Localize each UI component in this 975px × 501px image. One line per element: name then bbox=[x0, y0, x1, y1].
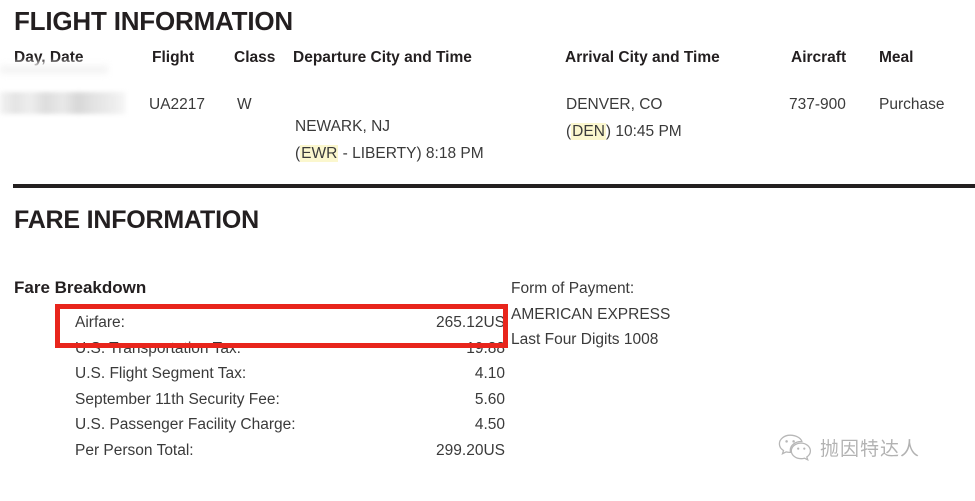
departure-airport-code: EWR bbox=[300, 145, 339, 162]
column-header-aircraft: Aircraft bbox=[791, 49, 847, 66]
flight-information-title: FLIGHT INFORMATION bbox=[14, 6, 293, 36]
fare-breakdown-heading: Fare Breakdown bbox=[14, 278, 147, 297]
fare-value: 4.50 bbox=[474, 416, 505, 433]
fare-information-title: FARE INFORMATION bbox=[14, 206, 259, 234]
fare-row-flight-segment-tax: U.S. Flight Segment Tax: 4.10 bbox=[75, 365, 505, 391]
column-header-departure: Departure City and Time bbox=[293, 49, 472, 66]
watermark-text: 抛因特达人 bbox=[820, 438, 921, 460]
arrival-paren-close: ) bbox=[605, 123, 616, 140]
column-header-meal: Meal bbox=[879, 49, 914, 66]
fare-value: 299.20US bbox=[436, 441, 505, 459]
cell-arrival-airport-time: (DEN) 10:45 PM bbox=[566, 123, 682, 141]
fare-label: Per Person Total: bbox=[75, 441, 194, 459]
fare-label: Airfare: bbox=[75, 314, 125, 331]
cell-arrival-city: DENVER, CO bbox=[566, 96, 663, 113]
fare-value: 265.12US bbox=[436, 314, 505, 331]
day-date-redaction-smudge bbox=[0, 92, 126, 114]
payment-card-type: AMERICAN EXPRESS bbox=[511, 305, 671, 323]
fare-label: September 11th Security Fee: bbox=[75, 390, 280, 408]
fare-label: U.S. Transportation Tax: bbox=[75, 339, 241, 357]
fare-label: U.S. Flight Segment Tax: bbox=[75, 365, 247, 382]
fare-value: 5.60 bbox=[474, 390, 505, 408]
wechat-icon bbox=[778, 434, 812, 461]
arrival-airport-code: DEN bbox=[571, 123, 606, 140]
column-header-class: Class bbox=[234, 49, 276, 66]
departure-dash: - bbox=[338, 145, 353, 162]
watermark: 抛因特达人 bbox=[778, 434, 920, 461]
form-of-payment-label: Form of Payment: bbox=[511, 280, 635, 297]
fare-value: 4.10 bbox=[474, 365, 505, 382]
cell-meal: Purchase bbox=[879, 96, 945, 113]
fare-value: 19.88 bbox=[466, 339, 505, 357]
form-of-payment-block: Form of Payment: AMERICAN EXPRESS Last F… bbox=[511, 276, 670, 353]
departure-time: 8:18 PM bbox=[425, 145, 484, 162]
cell-aircraft: 737-900 bbox=[789, 96, 846, 113]
boarding-pass-receipt-page: FLIGHT INFORMATION Day, Date Flight Clas… bbox=[0, 0, 975, 501]
day-date-redaction-smudge-upper bbox=[0, 62, 108, 76]
fare-row-per-person-total: Per Person Total: 299.20US bbox=[75, 442, 505, 468]
column-header-arrival: Arrival City and Time bbox=[565, 49, 720, 66]
departure-paren-close: ) bbox=[416, 145, 426, 162]
cell-departure-city: NEWARK, NJ bbox=[295, 118, 391, 135]
arrival-time: 10:45 PM bbox=[615, 123, 682, 140]
cell-flight-number: UA2217 bbox=[149, 96, 206, 113]
section-divider bbox=[13, 184, 975, 188]
fare-row-airfare: Airfare: 265.12US bbox=[75, 314, 505, 340]
departure-airport-name: LIBERTY bbox=[352, 145, 417, 162]
payment-last-four: Last Four Digits 1008 bbox=[511, 331, 659, 348]
cell-class: W bbox=[237, 96, 252, 113]
fare-row-security-fee: September 11th Security Fee: 5.60 bbox=[75, 391, 505, 417]
column-header-flight: Flight bbox=[152, 49, 195, 66]
cell-departure-airport-time: (EWR - LIBERTY) 8:18 PM bbox=[295, 145, 484, 163]
fare-label: U.S. Passenger Facility Charge: bbox=[75, 416, 296, 433]
fare-row-passenger-facility-charge: U.S. Passenger Facility Charge: 4.50 bbox=[75, 416, 505, 442]
fare-row-transportation-tax: U.S. Transportation Tax: 19.88 bbox=[75, 340, 505, 366]
fare-breakdown-list: Airfare: 265.12US U.S. Transportation Ta… bbox=[75, 314, 505, 467]
